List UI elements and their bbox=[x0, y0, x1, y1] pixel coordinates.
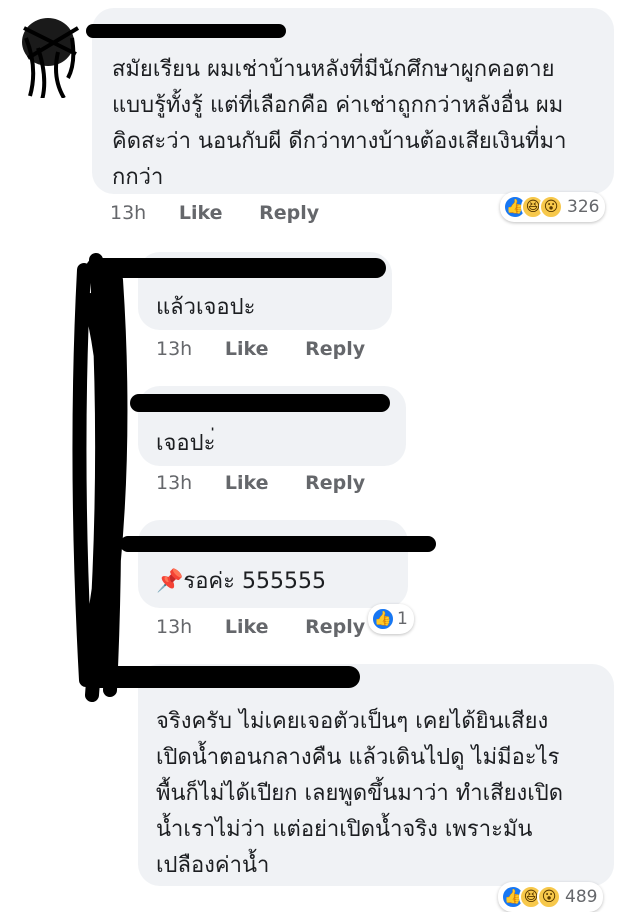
redacted-name bbox=[86, 258, 386, 278]
wow-icon: 😮 bbox=[537, 885, 561, 909]
timestamp: 13h bbox=[156, 616, 193, 638]
reaction-count: 326 bbox=[567, 197, 600, 217]
reply-button[interactable]: Reply bbox=[259, 202, 319, 224]
reply-button[interactable]: Reply bbox=[305, 338, 365, 360]
redaction-scribble bbox=[72, 253, 128, 702]
reply-text-row: 📌รอค่ะ 555555 bbox=[156, 564, 326, 600]
avatar[interactable] bbox=[18, 8, 82, 98]
reaction-summary[interactable]: 👍 😆 😮 326 bbox=[500, 192, 606, 222]
reply-text: รอค่ะ 555555 bbox=[183, 569, 326, 594]
redacted-name bbox=[130, 394, 390, 412]
timestamp: 13h bbox=[156, 338, 193, 360]
reply-button[interactable]: Reply bbox=[305, 472, 365, 494]
timestamp: 13h bbox=[156, 472, 193, 494]
reply-text: เจอปะ่ bbox=[156, 431, 216, 456]
reaction-count: 1 bbox=[397, 609, 408, 629]
pushpin-icon: 📌 bbox=[156, 569, 184, 594]
reaction-count: 489 bbox=[565, 887, 598, 907]
reply-bubble: 📌รอค่ะ 555555 bbox=[138, 520, 408, 608]
reply-text: แล้วเจอปะ bbox=[156, 295, 256, 320]
timestamp: 13h bbox=[110, 202, 147, 224]
redacted-name bbox=[86, 24, 286, 38]
reply-meta: 13h Like Reply bbox=[156, 338, 365, 360]
like-button[interactable]: Like bbox=[179, 202, 223, 224]
redacted-name bbox=[80, 666, 360, 688]
reply-meta: 13h Like Reply bbox=[156, 616, 365, 638]
comment-text: สมัยเรียน ผมเช่าบ้านหลังที่มีนักศึกษาผูก… bbox=[112, 57, 567, 190]
like-button[interactable]: Like bbox=[225, 616, 269, 638]
reply-text: จริงครับ ไม่เคยเจอตัวเป็นๆ เคยได้ยินเสีย… bbox=[156, 709, 563, 878]
like-icon: 👍 bbox=[371, 607, 395, 631]
reply-meta: 13h Like Reply bbox=[156, 472, 365, 494]
reaction-summary[interactable]: 👍 😆 😮 489 bbox=[498, 882, 604, 912]
like-button[interactable]: Like bbox=[225, 472, 269, 494]
comment-meta: 13h Like Reply bbox=[110, 202, 319, 224]
wow-icon: 😮 bbox=[539, 195, 563, 219]
reply-bubble: จริงครับ ไม่เคยเจอตัวเป็นๆ เคยได้ยินเสีย… bbox=[138, 664, 614, 886]
reply-button[interactable]: Reply bbox=[305, 616, 365, 638]
like-button[interactable]: Like bbox=[225, 338, 269, 360]
redacted-name bbox=[120, 536, 436, 552]
reaction-summary[interactable]: 👍 1 bbox=[368, 604, 414, 634]
